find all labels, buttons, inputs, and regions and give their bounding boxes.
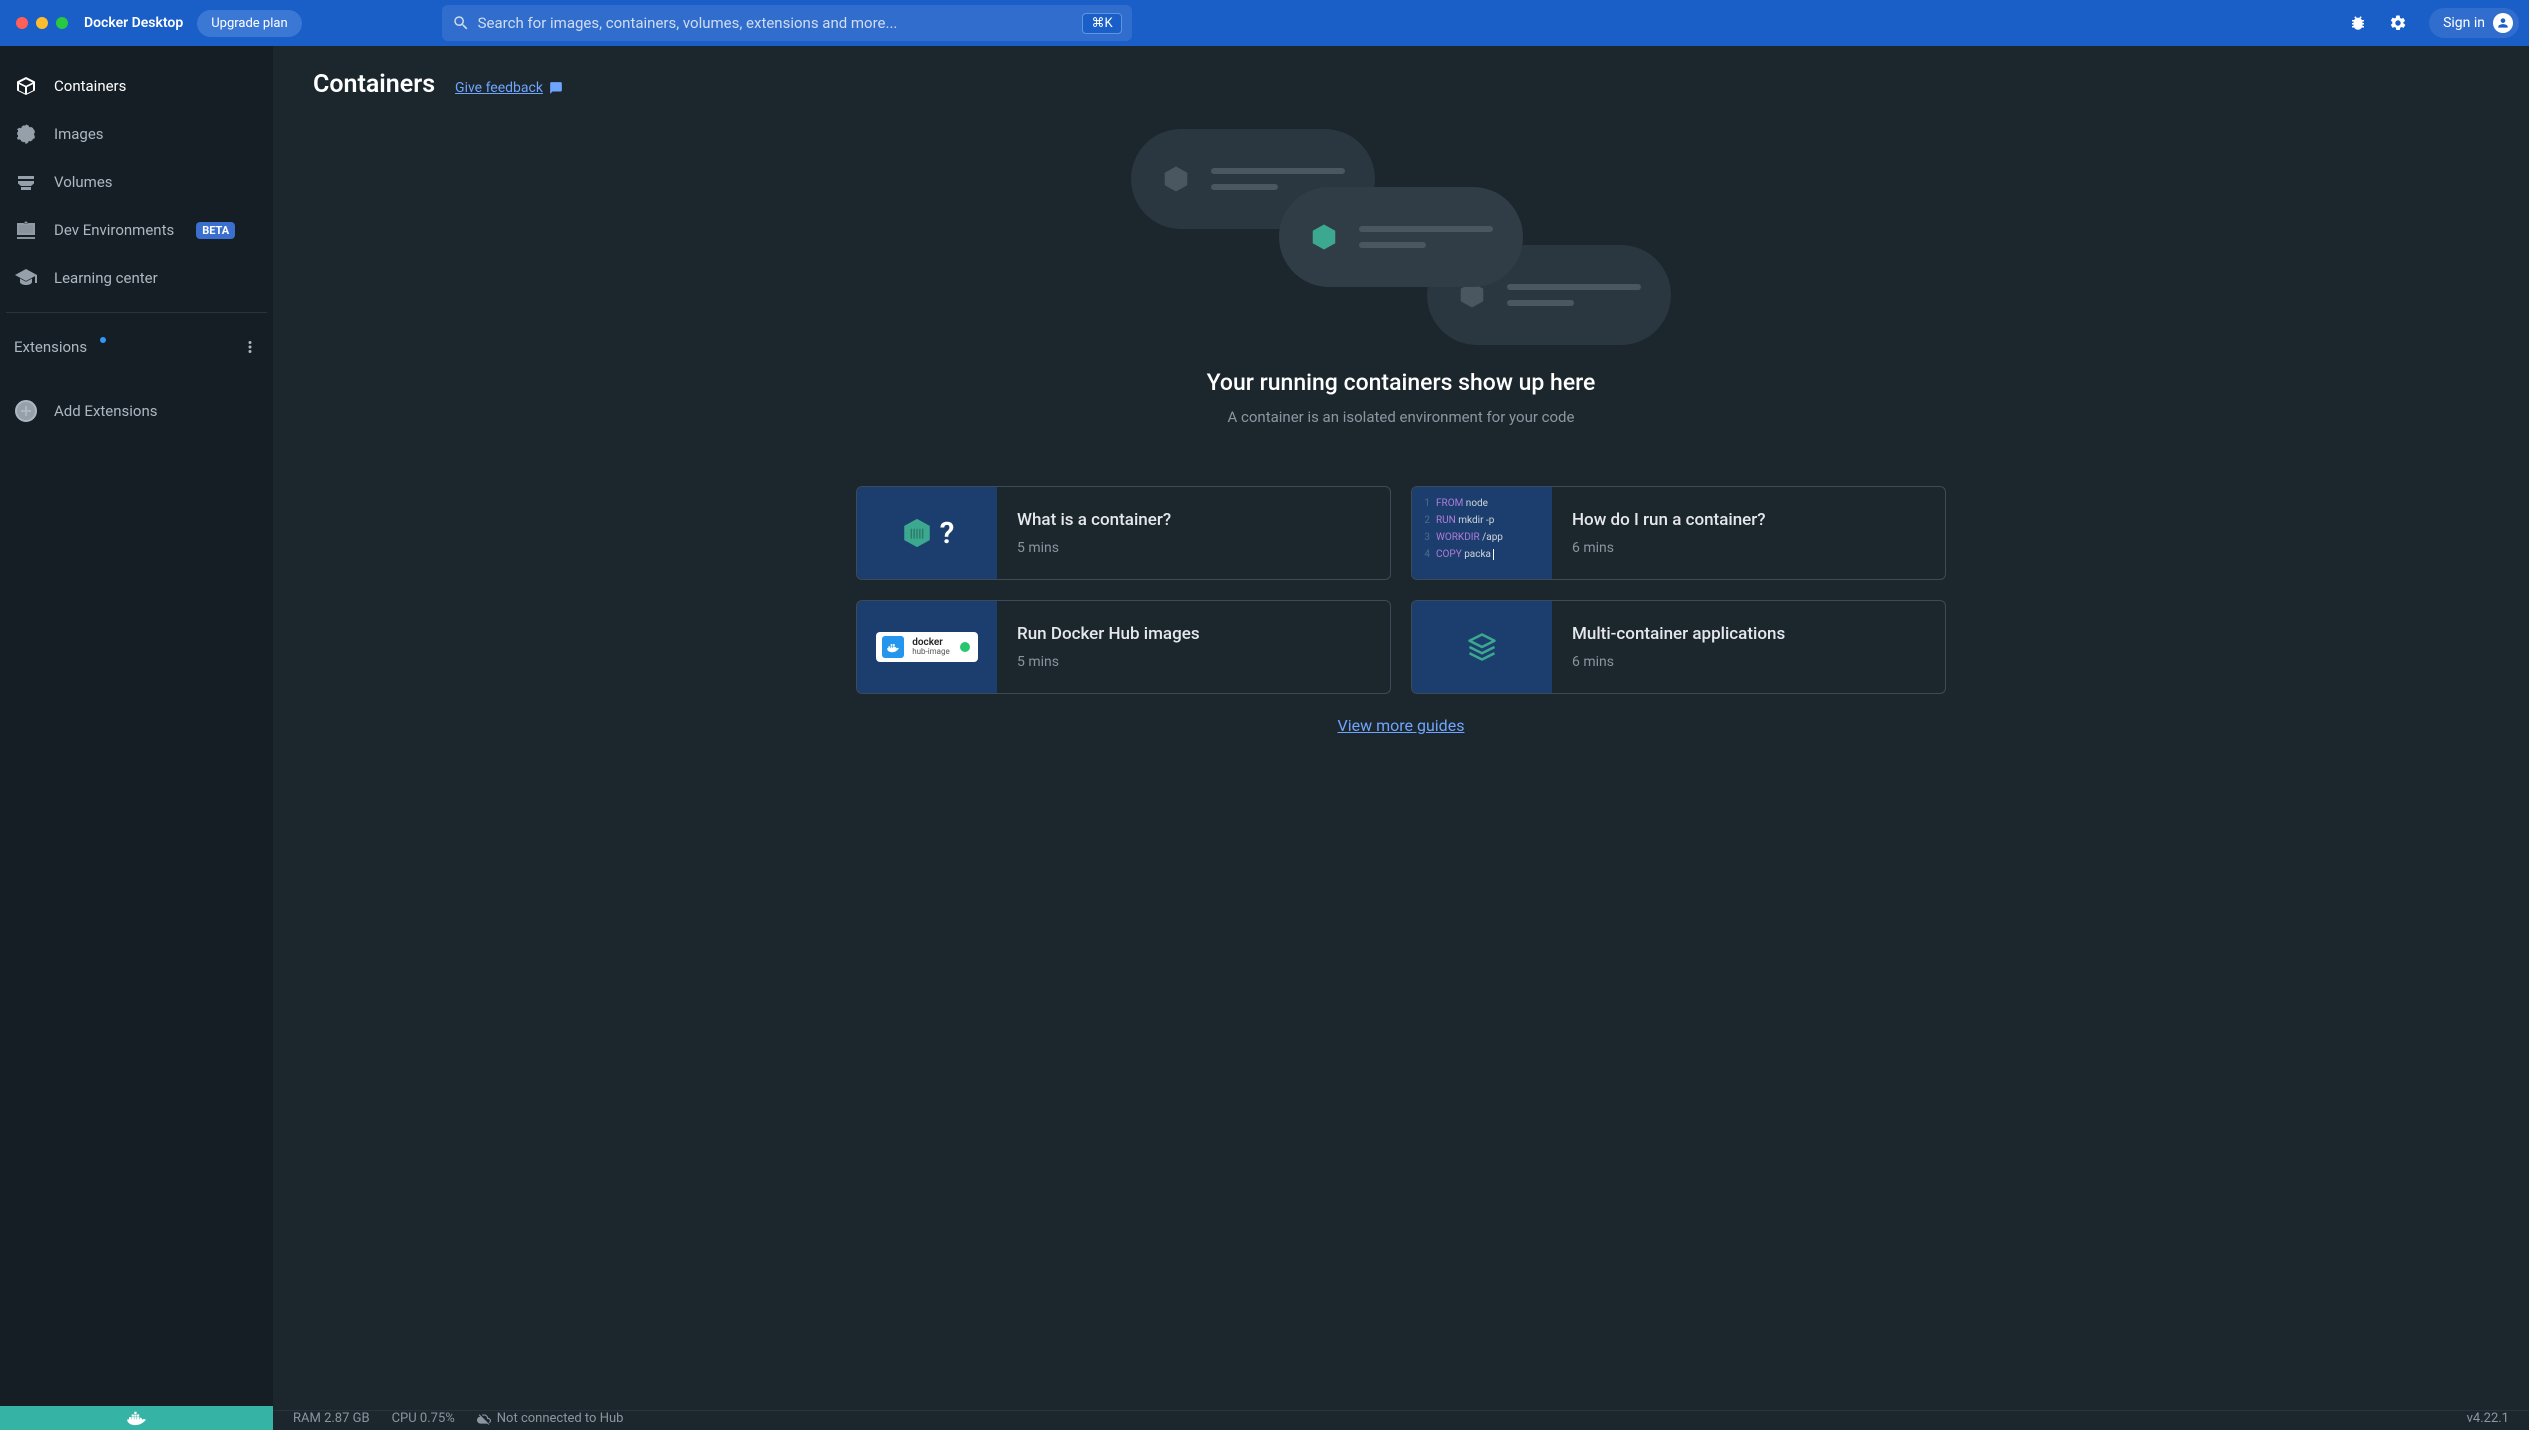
page-title: Containers — [313, 70, 435, 99]
card-title: What is a container? — [1017, 510, 1370, 530]
search-shortcut-hint: ⌘K — [1082, 13, 1121, 34]
sidebar-item-label: Images — [54, 125, 104, 143]
sidebar-divider — [6, 312, 267, 313]
app-version: v4.22.1 — [2467, 1411, 2509, 1426]
verified-check-icon — [960, 642, 970, 652]
minimize-window-button[interactable] — [36, 17, 48, 29]
guide-card-multi-container[interactable]: Multi-container applications 6 mins — [1411, 600, 1946, 694]
search-icon — [452, 14, 470, 32]
layers-icon — [1467, 632, 1497, 662]
docker-whale-icon — [882, 636, 904, 658]
devenv-icon — [14, 218, 38, 242]
extensions-notification-dot — [100, 337, 106, 343]
feedback-icon — [549, 81, 563, 95]
empty-state-illustration — [1131, 129, 1671, 339]
card-duration: 5 mins — [1017, 654, 1370, 670]
volume-icon — [14, 170, 38, 194]
learning-icon — [14, 266, 38, 290]
extensions-section-header: Extensions — [0, 327, 273, 367]
card-duration: 6 mins — [1572, 654, 1925, 670]
ram-usage: RAM 2.87 GB — [293, 1411, 370, 1426]
sidebar-item-volumes[interactable]: Volumes — [0, 158, 273, 206]
card-duration: 5 mins — [1017, 540, 1370, 556]
card-thumbnail — [1412, 601, 1552, 693]
card-title: Run Docker Hub images — [1017, 624, 1370, 644]
app-title: Docker Desktop — [84, 15, 183, 31]
docker-engine-status[interactable] — [0, 1406, 273, 1430]
card-title: How do I run a container? — [1572, 510, 1925, 530]
sidebar: Containers Images Volumes Dev Environmen… — [0, 46, 273, 1406]
main-content: Containers Give feedback — [273, 46, 2529, 1406]
card-thumbnail: docker hub-image — [857, 601, 997, 693]
sidebar-item-label: Volumes — [54, 173, 113, 191]
cloud-off-icon — [477, 1412, 491, 1426]
beta-badge: BETA — [196, 222, 235, 239]
sidebar-item-label: Dev Environments — [54, 221, 174, 239]
add-extensions-button[interactable]: Add Extensions — [0, 387, 273, 435]
close-window-button[interactable] — [16, 17, 28, 29]
card-duration: 6 mins — [1572, 540, 1925, 556]
card-title: Multi-container applications — [1572, 624, 1925, 644]
empty-state: Your running containers show up here A c… — [313, 129, 2489, 426]
extensions-label: Extensions — [14, 338, 87, 356]
sidebar-item-images[interactable]: Images — [0, 110, 273, 158]
card-thumbnail: 1FROM node 2RUN mkdir -p 3WORKDIR /app 4… — [1412, 487, 1552, 579]
question-mark-icon: ? — [940, 516, 955, 551]
sign-in-button[interactable]: Sign in — [2429, 8, 2519, 38]
container-cube-icon — [1309, 222, 1339, 252]
docker-hub-badge: docker hub-image — [876, 632, 978, 662]
plus-circle-icon — [14, 399, 38, 423]
empty-state-subtitle: A container is an isolated environment f… — [1228, 408, 1575, 426]
empty-state-title: Your running containers show up here — [1207, 369, 1596, 396]
bug-icon[interactable] — [2349, 14, 2367, 32]
cpu-usage: CPU 0.75% — [392, 1411, 455, 1426]
guide-card-what-is-container[interactable]: ? What is a container? 5 mins — [856, 486, 1391, 580]
view-more-guides-link[interactable]: View more guides — [1338, 716, 1465, 735]
sidebar-item-dev-environments[interactable]: Dev Environments BETA — [0, 206, 273, 254]
guide-cards-grid: ? What is a container? 5 mins 1FROM node… — [856, 486, 1946, 694]
give-feedback-link[interactable]: Give feedback — [455, 80, 563, 96]
card-thumbnail: ? — [857, 487, 997, 579]
sidebar-item-containers[interactable]: Containers — [0, 62, 273, 110]
maximize-window-button[interactable] — [56, 17, 68, 29]
extensions-menu-icon[interactable] — [241, 338, 259, 356]
container-cube-icon — [900, 516, 934, 550]
settings-icon[interactable] — [2389, 14, 2407, 32]
docker-whale-icon — [126, 1410, 148, 1426]
add-extensions-label: Add Extensions — [54, 402, 158, 420]
sign-in-label: Sign in — [2443, 15, 2485, 31]
dockerfile-preview: 1FROM node 2RUN mkdir -p 3WORKDIR /app 4… — [1412, 487, 1552, 579]
window-controls — [10, 17, 74, 29]
sidebar-item-label: Containers — [54, 77, 126, 95]
upgrade-plan-button[interactable]: Upgrade plan — [197, 10, 301, 37]
container-cube-icon — [1161, 164, 1191, 194]
global-search[interactable]: ⌘K — [442, 5, 1132, 41]
search-input[interactable] — [478, 14, 1083, 32]
user-avatar-icon — [2493, 13, 2513, 33]
image-icon — [14, 122, 38, 146]
title-bar: Docker Desktop Upgrade plan ⌘K Sign in — [0, 0, 2529, 46]
hub-connection-status[interactable]: Not connected to Hub — [477, 1411, 624, 1426]
guide-card-how-to-run-container[interactable]: 1FROM node 2RUN mkdir -p 3WORKDIR /app 4… — [1411, 486, 1946, 580]
status-bar: RAM 2.87 GB CPU 0.75% Not connected to H… — [0, 1406, 2529, 1430]
guide-card-run-hub-images[interactable]: docker hub-image Run Docker Hub images 5… — [856, 600, 1391, 694]
sidebar-item-learning-center[interactable]: Learning center — [0, 254, 273, 302]
sidebar-item-label: Learning center — [54, 269, 158, 287]
container-icon — [14, 74, 38, 98]
